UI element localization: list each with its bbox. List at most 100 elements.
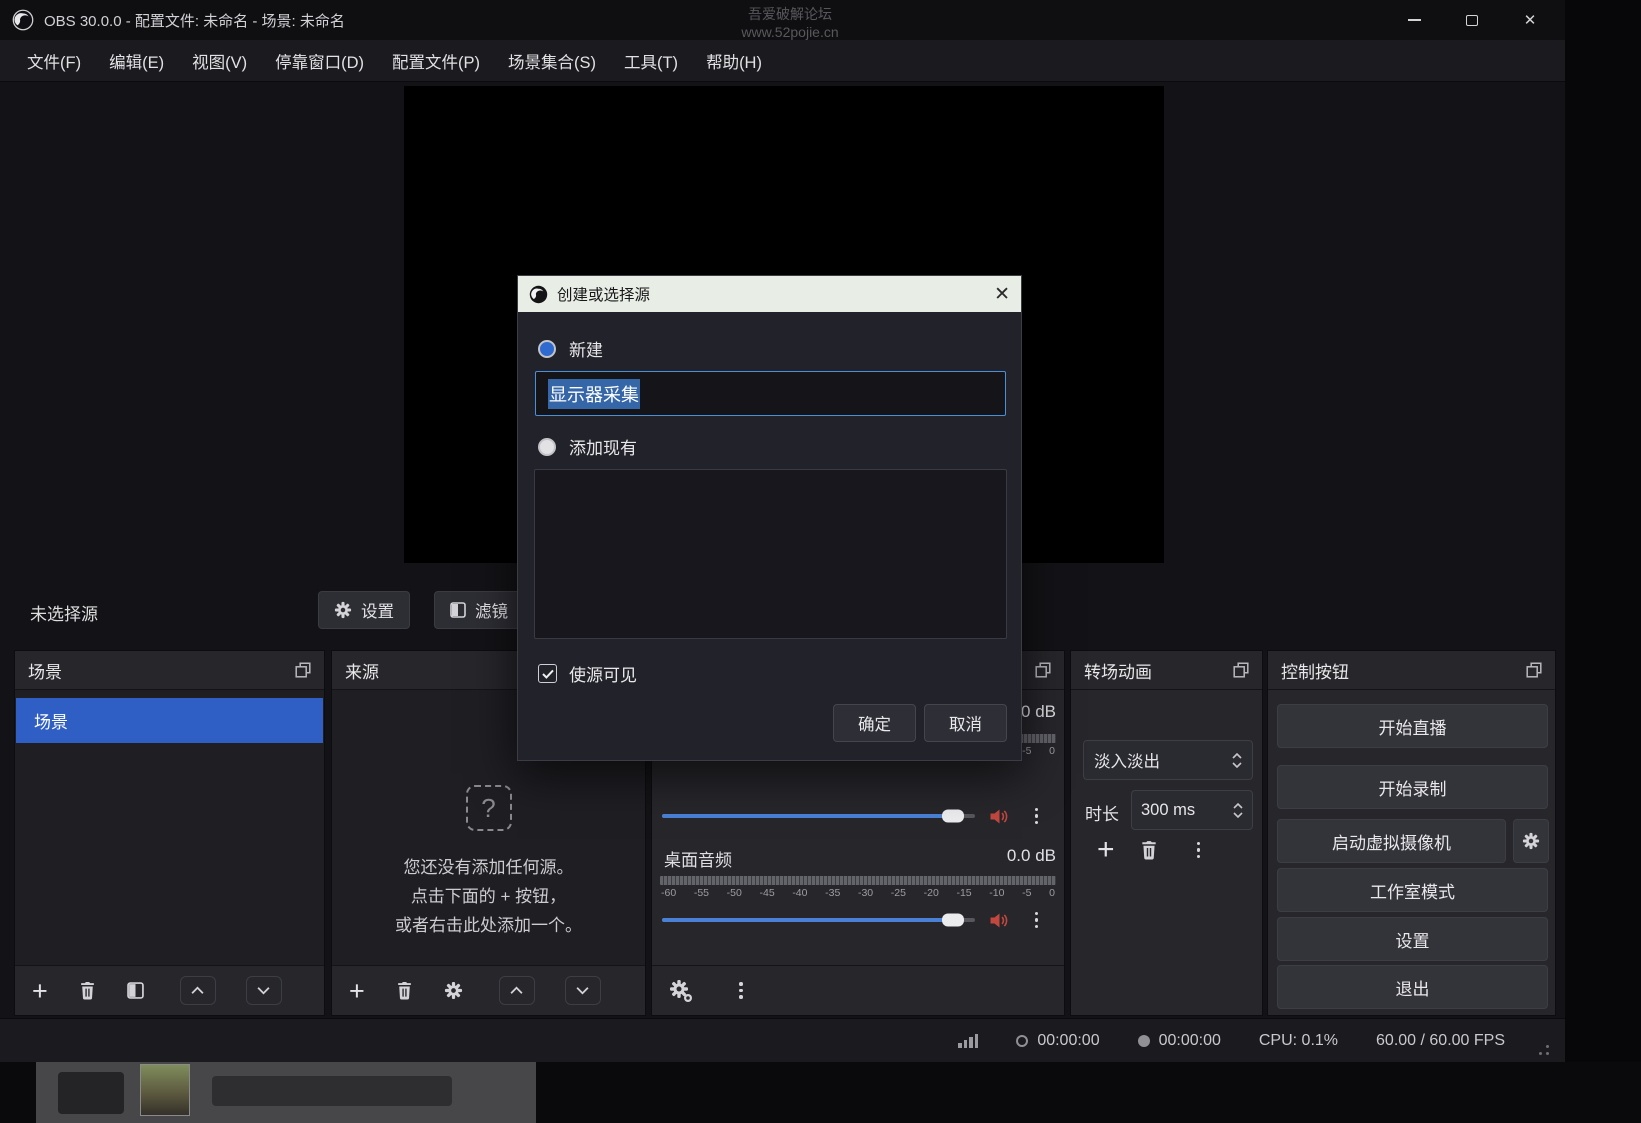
add-existing-radio-label: 添加现有: [569, 434, 637, 459]
menu-docks[interactable]: 停靠窗口(D): [261, 40, 378, 81]
add-existing-radio-row[interactable]: 添加现有: [538, 434, 637, 459]
duration-value: 300 ms: [1141, 801, 1195, 820]
make-source-visible-label: 使源可见: [569, 661, 637, 686]
combo-arrows-icon: [1232, 753, 1242, 768]
move-source-up-button[interactable]: [499, 976, 535, 1005]
gear-icon: [1522, 832, 1540, 850]
mixer-toolbar: [652, 965, 1064, 1015]
remove-scene-button[interactable]: [78, 981, 97, 1000]
volume-slider[interactable]: [662, 814, 975, 818]
mixer-menu-button[interactable]: [739, 982, 743, 999]
popout-icon[interactable]: [1526, 662, 1542, 678]
move-source-down-button[interactable]: [565, 976, 601, 1005]
transition-properties-button[interactable]: [1197, 842, 1201, 859]
existing-sources-list[interactable]: [534, 469, 1007, 639]
add-scene-button[interactable]: +: [32, 981, 48, 1001]
tick: -45: [759, 887, 774, 899]
advanced-audio-properties-button[interactable]: [669, 979, 693, 1003]
tick: -25: [891, 887, 906, 899]
maximize-button[interactable]: [1443, 0, 1501, 40]
remove-transition-button[interactable]: [1139, 840, 1159, 860]
add-transition-button[interactable]: +: [1097, 840, 1115, 860]
minimize-button[interactable]: [1385, 0, 1443, 40]
question-glyph: ?: [481, 793, 495, 824]
source-name-value: 显示器采集: [548, 379, 640, 409]
cpu-usage: CPU: 0.1%: [1259, 1032, 1338, 1050]
source-filters-button[interactable]: 滤镜: [434, 591, 524, 629]
ok-button[interactable]: 确定: [833, 704, 916, 742]
speaker-icon[interactable]: [989, 808, 1009, 825]
menu-tools[interactable]: 工具(T): [610, 40, 692, 81]
record-time: 00:00:00: [1159, 1032, 1221, 1050]
volume-slider[interactable]: [662, 918, 975, 922]
transition-select[interactable]: 淡入淡出: [1083, 740, 1253, 780]
question-mark-icon: ?: [466, 785, 512, 831]
radio-unselected-icon[interactable]: [538, 438, 556, 456]
statusbar: 00:00:00 00:00:00 CPU: 0.1% 60.00 / 60.0…: [0, 1018, 1565, 1062]
move-scene-down-button[interactable]: [246, 976, 282, 1005]
start-virtual-camera-button[interactable]: 启动虚拟摄像机: [1277, 819, 1506, 863]
virtual-camera-settings-button[interactable]: [1513, 819, 1549, 863]
scene-item-selected[interactable]: 场景: [16, 698, 323, 743]
popout-icon[interactable]: [1035, 662, 1051, 678]
dialog-close-button[interactable]: ✕: [980, 283, 1010, 306]
meter-tick-labels: -60-55-50-45-40-35-30-25-20-15-10-50: [660, 887, 1056, 899]
start-recording-button[interactable]: 开始录制: [1277, 765, 1548, 809]
duration-spinbox[interactable]: 300 ms: [1131, 790, 1253, 830]
scenes-dock-header: 场景: [15, 651, 324, 690]
volume-handle[interactable]: [942, 914, 964, 927]
volume-fill: [662, 918, 953, 922]
minimize-icon: [1408, 19, 1421, 21]
create-source-dialog: 创建或选择源 ✕ 新建 显示器采集 添加现有 使源可见 确定 取消: [517, 275, 1022, 761]
exit-button[interactable]: 退出: [1277, 965, 1548, 1009]
mixer-source1-menu-button[interactable]: [1035, 808, 1039, 825]
radio-selected-icon[interactable]: [538, 340, 556, 358]
duration-label: 时长: [1085, 800, 1119, 825]
tick: -20: [924, 887, 939, 899]
remove-source-button[interactable]: [395, 981, 414, 1000]
popout-icon[interactable]: [295, 662, 311, 678]
tick: -30: [858, 887, 873, 899]
stream-timer: 00:00:00: [1016, 1032, 1099, 1050]
menu-file[interactable]: 文件(F): [13, 40, 95, 81]
desktop: OBS 30.0.0 - 配置文件: 未命名 - 场景: 未命名 ✕ 吾爱破解论…: [0, 0, 1641, 1123]
start-streaming-button[interactable]: 开始直播: [1277, 704, 1548, 748]
background-window-shape: [212, 1076, 452, 1106]
scene-filters-button[interactable]: [127, 982, 144, 999]
menu-edit[interactable]: 编辑(E): [95, 40, 178, 81]
scenes-dock: 场景 场景 +: [14, 650, 325, 1016]
menu-help[interactable]: 帮助(H): [692, 40, 776, 81]
speaker-icon[interactable]: [989, 912, 1009, 929]
source-name-input[interactable]: 显示器采集: [535, 371, 1006, 416]
add-source-button[interactable]: +: [349, 981, 365, 1001]
close-icon: ✕: [1524, 11, 1537, 29]
obs-logo-icon: [529, 285, 548, 304]
source-properties-gear-button[interactable]: [444, 981, 463, 1000]
popout-icon[interactable]: [1233, 662, 1249, 678]
background-window-strip: [0, 1062, 1641, 1123]
checkbox-checked-icon[interactable]: [538, 664, 557, 683]
menu-view[interactable]: 视图(V): [178, 40, 261, 81]
menu-profile[interactable]: 配置文件(P): [378, 40, 494, 81]
sources-empty-line2: 点击下面的 + 按钮，: [332, 882, 645, 911]
volume-handle[interactable]: [942, 810, 964, 823]
cancel-button[interactable]: 取消: [924, 704, 1007, 742]
stream-time: 00:00:00: [1037, 1032, 1099, 1050]
menu-scene-collection[interactable]: 场景集合(S): [494, 40, 610, 81]
close-button[interactable]: ✕: [1501, 0, 1559, 40]
resize-grip[interactable]: [1533, 1039, 1549, 1055]
tick: -60: [661, 887, 676, 899]
mixer-source2-name: 桌面音频: [664, 846, 732, 871]
mixer-source2-menu-button[interactable]: [1035, 912, 1039, 929]
tick: -40: [792, 887, 807, 899]
spin-arrows-icon[interactable]: [1233, 803, 1243, 818]
move-scene-up-button[interactable]: [180, 976, 216, 1005]
meter-bar: [660, 876, 1056, 885]
studio-mode-button[interactable]: 工作室模式: [1277, 868, 1548, 912]
sources-empty-line1: 您还没有添加任何源。: [332, 853, 645, 882]
new-source-radio-row[interactable]: 新建: [538, 336, 603, 361]
tick: -15: [956, 887, 971, 899]
make-source-visible-row[interactable]: 使源可见: [538, 661, 637, 686]
source-properties-button[interactable]: 设置: [318, 591, 410, 629]
settings-button[interactable]: 设置: [1277, 917, 1548, 961]
